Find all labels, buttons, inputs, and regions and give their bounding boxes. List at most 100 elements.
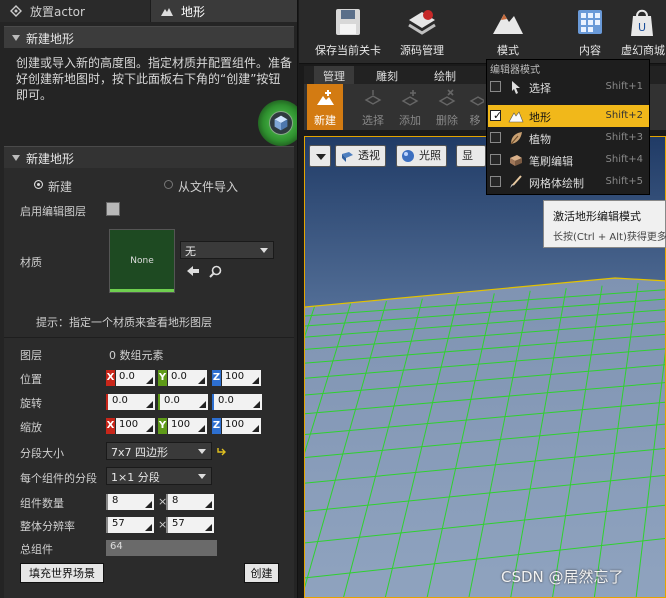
chevron-down-icon: [198, 449, 206, 454]
tool-new[interactable]: 新建: [307, 84, 343, 130]
menu-item-select[interactable]: 选择 Shift+1: [488, 76, 649, 98]
tab-sculpt[interactable]: 雕刻: [360, 66, 414, 84]
component-count-y-field[interactable]: 8: [166, 494, 214, 510]
menu-item-checkbox[interactable]: [490, 154, 501, 165]
place-actor-icon: [10, 5, 22, 17]
source-control-label: 源码管理: [400, 44, 444, 57]
menu-item-foliage[interactable]: 植物 Shift+3: [488, 127, 649, 149]
tooltip: 激活地形编辑模式 长按(Ctrl + Alt)获得更多: [543, 200, 666, 248]
source-control-button[interactable]: 源码管理: [391, 0, 453, 64]
material-hint: 提示：指定一个材质来查看地形图层: [36, 316, 212, 329]
layers-value: 0 数组元素: [109, 349, 164, 362]
checkmark-icon: ✓: [493, 109, 503, 122]
tab-paint[interactable]: 绘制: [420, 66, 470, 84]
panel-tab-bar: 放置actor 地形: [0, 0, 297, 22]
scale-x-value[interactable]: 100: [116, 418, 155, 434]
location-z-field[interactable]: Z 100: [212, 370, 261, 386]
fill-world-button[interactable]: 填充世界场景: [20, 563, 104, 583]
section-header-new-landscape-panel[interactable]: 新建地形: [4, 146, 294, 168]
location-x-field[interactable]: X 0.0: [106, 370, 155, 386]
resolution-x-field[interactable]: 57: [106, 517, 154, 533]
scale-z-value[interactable]: 100: [222, 418, 261, 434]
menu-item-label: 选择: [529, 82, 551, 95]
highlight-glow: [258, 100, 297, 146]
material-thumbnail[interactable]: None: [109, 229, 175, 293]
radio-import-from-file[interactable]: [164, 180, 173, 189]
brush-edit-icon: [510, 155, 522, 166]
menu-item-brush-edit[interactable]: 笔刷编辑 Shift+4: [488, 149, 649, 171]
scale-label: 缩放: [20, 421, 42, 434]
content-button[interactable]: 内容: [569, 0, 611, 64]
viewport-options-button[interactable]: [309, 145, 331, 167]
add-plus-icon: [401, 90, 419, 106]
axis-y-label: Y: [158, 370, 167, 386]
sections-per-component-dropdown[interactable]: 1×1 分段: [106, 467, 212, 485]
scale-y-field[interactable]: Y 100: [158, 418, 207, 434]
menu-item-label: 地形: [529, 111, 551, 124]
menu-item-checkbox[interactable]: ✓: [490, 109, 503, 122]
axis-z-label: Z: [212, 418, 221, 434]
lit-button[interactable]: 光照: [396, 145, 447, 167]
perspective-button[interactable]: 透视: [335, 145, 386, 167]
tool-move[interactable]: 移: [466, 84, 484, 130]
show-button[interactable]: 显示: [456, 145, 486, 167]
axis-z-label: Z: [212, 370, 221, 386]
menu-item-landscape[interactable]: ✓ 地形 Shift+2: [488, 105, 649, 127]
landscape-panel: 放置actor 地形 新建地形 创建或导入新的高度图。指定材质并配置组件。准备好…: [0, 0, 298, 598]
rotation-z-field[interactable]: 0.0: [212, 394, 262, 410]
tool-add[interactable]: 添加: [392, 84, 428, 130]
move-arrows-icon: [469, 96, 484, 106]
editor-modes-menu: 编辑器模式 选择 Shift+1 ✓ 地形 Shift+2 植物 Shift+3…: [486, 59, 650, 195]
scale-z-field[interactable]: Z 100: [212, 418, 261, 434]
location-y-value[interactable]: 0.0: [168, 370, 207, 386]
menu-item-checkbox[interactable]: [490, 176, 501, 187]
location-label: 位置: [20, 373, 42, 386]
material-dropdown[interactable]: 无: [180, 241, 274, 259]
browse-search-icon[interactable]: [209, 265, 222, 278]
content-grid-icon: [578, 10, 602, 34]
use-selected-arrow-icon[interactable]: [186, 265, 200, 277]
material-thumbnail-text: None: [130, 256, 154, 266]
section-size-value: 7x7 四边形: [111, 446, 169, 459]
component-count-x-field[interactable]: 8: [106, 494, 154, 510]
scale-y-value[interactable]: 100: [168, 418, 207, 434]
menu-item-checkbox[interactable]: [490, 132, 501, 143]
material-thumbnail-bar: [110, 289, 174, 292]
mesh-paint-brush-icon: [510, 175, 522, 188]
axis-y-label: Y: [158, 418, 167, 434]
rotation-x-field[interactable]: 0.0: [106, 394, 155, 410]
create-button[interactable]: 创建: [244, 563, 279, 583]
axis-x-label: X: [106, 418, 115, 434]
resolution-y-field[interactable]: 57: [166, 517, 214, 533]
reset-to-default-icon[interactable]: [216, 445, 227, 456]
tool-delete[interactable]: 删除: [429, 84, 465, 130]
delete-x-icon: [438, 89, 456, 106]
enable-edit-layers-checkbox[interactable]: [106, 202, 120, 216]
save-label: 保存当前关卡: [315, 44, 381, 57]
tab-manage[interactable]: 管理: [314, 66, 354, 84]
rotation-y-field[interactable]: 0.0: [158, 394, 208, 410]
section-size-dropdown[interactable]: 7x7 四边形: [106, 442, 212, 460]
lit-sphere-icon: [402, 150, 414, 162]
landscape-mode-button[interactable]: [269, 111, 293, 135]
section-title: 新建地形: [26, 152, 75, 166]
location-z-value[interactable]: 100: [222, 370, 261, 386]
location-y-field[interactable]: Y 0.0: [158, 370, 207, 386]
menu-item-mesh-paint[interactable]: 网格体绘制 Shift+5: [488, 171, 649, 193]
scale-x-field[interactable]: X 100: [106, 418, 155, 434]
section-header-new-landscape[interactable]: 新建地形: [4, 26, 294, 48]
location-x-value[interactable]: 0.0: [116, 370, 155, 386]
tool-select[interactable]: 选择: [355, 84, 391, 130]
menu-item-label: 植物: [529, 133, 551, 146]
save-current-level-button[interactable]: 保存当前关卡: [309, 0, 387, 64]
tab-label: 放置actor: [30, 5, 85, 19]
menu-item-checkbox[interactable]: [490, 81, 501, 92]
tab-landscape[interactable]: 地形: [151, 0, 297, 22]
menu-item-shortcut: Shift+3: [605, 132, 643, 143]
modes-button[interactable]: 模式: [485, 0, 531, 64]
tab-place-actor[interactable]: 放置actor: [0, 0, 150, 22]
marketplace-button[interactable]: U 虚幻商城: [617, 0, 666, 64]
radio-new[interactable]: [34, 180, 43, 189]
material-value: 无: [185, 245, 196, 258]
landscape-mountain-icon: [161, 8, 173, 16]
